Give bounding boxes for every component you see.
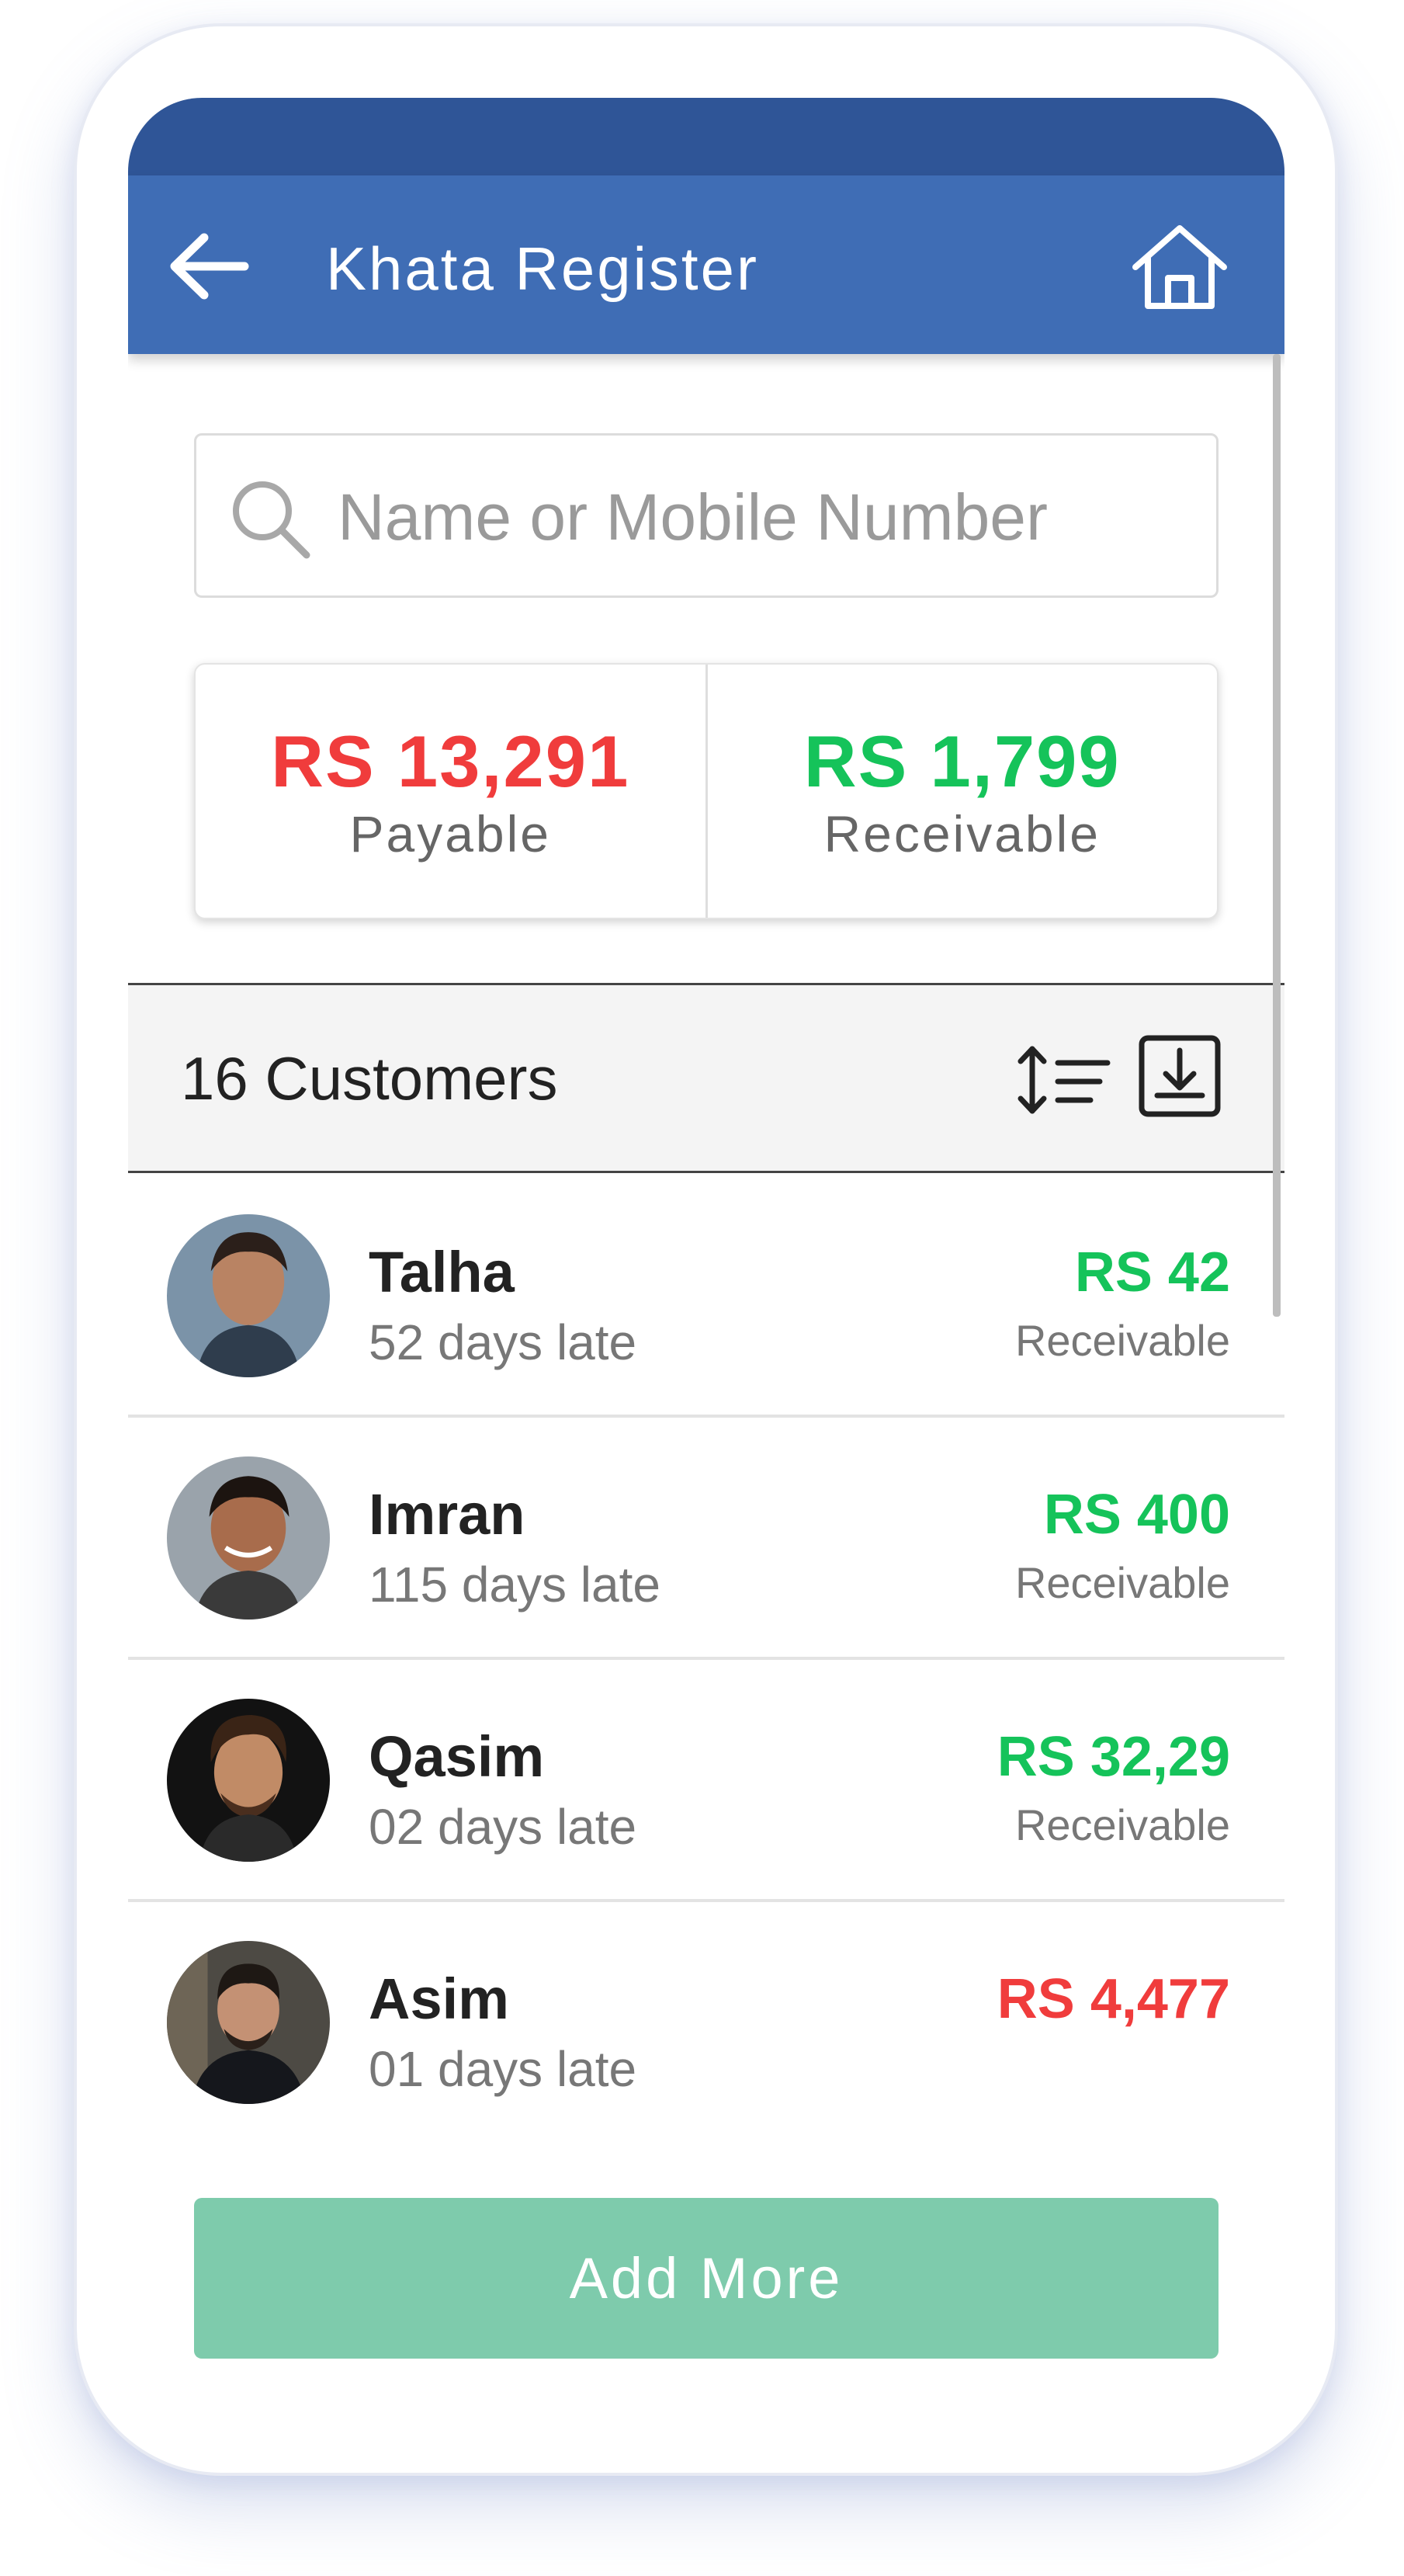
customer-row-qasim[interactable]: Qasim 02 days late RS 32,29 Receivable [128,1660,1284,1902]
download-icon[interactable] [1137,1033,1222,1119]
customer-row-asim[interactable]: Asim 01 days late RS 4,477 [128,1902,1284,2144]
app-bar: Khata Register [128,175,1284,354]
status-bar [128,98,1284,175]
payable-summary[interactable]: RS 13,291 Payable [196,665,705,918]
add-more-button[interactable]: Add More [194,2198,1219,2359]
home-icon[interactable] [1129,222,1230,311]
receivable-label: Receivable [823,805,1101,863]
receivable-summary[interactable]: RS 1,799 Receivable [705,665,1218,918]
customer-name: Talha [369,1240,515,1304]
sort-icon[interactable] [1013,1041,1114,1119]
avatar [167,1699,330,1862]
customer-amount: RS 400 [1043,1484,1230,1546]
arrow-left-icon[interactable] [167,231,252,301]
app-screen: Khata Register RS 13,291 Payable RS 1,79… [128,98,1284,2419]
balance-summary-card: RS 13,291 Payable RS 1,799 Receivable [194,663,1219,919]
customer-name: Imran [369,1482,525,1547]
customer-balance-type: Receivable [1014,1800,1230,1849]
customers-count: 16 Customers [181,1044,558,1113]
customer-amount: RS 4,477 [997,1968,1230,2030]
customer-row-talha[interactable]: Talha 52 days late RS 42 Receivable [128,1175,1284,1418]
customer-late-status: 52 days late [369,1314,637,1370]
customer-name: Qasim [369,1724,545,1789]
customer-list: Talha 52 days late RS 42 Receivable Imra… [128,1175,1284,2144]
avatar [167,1214,330,1377]
page-title: Khata Register [326,234,759,303]
customer-row-imran[interactable]: Imran 115 days late RS 400 Receivable [128,1418,1284,1660]
receivable-amount: RS 1,799 [803,720,1121,802]
search-icon [233,481,310,559]
payable-label: Payable [349,805,551,863]
customer-balance-type: Receivable [1014,1316,1230,1365]
payable-amount: RS 13,291 [271,720,630,802]
customer-late-status: 01 days late [369,2041,637,2097]
search-input[interactable] [336,463,1190,571]
customer-name: Asim [369,1967,509,2031]
avatar [167,1941,330,2104]
customer-amount: RS 32,29 [997,1726,1230,1788]
customer-balance-type: Receivable [1014,1558,1230,1607]
search-box[interactable] [194,433,1219,598]
customer-late-status: 02 days late [369,1799,637,1855]
customers-header: 16 Customers [128,983,1284,1173]
avatar [167,1456,330,1620]
customer-late-status: 115 days late [369,1557,660,1613]
customer-amount: RS 42 [1074,1241,1230,1304]
scrollbar[interactable] [1273,354,1281,1317]
